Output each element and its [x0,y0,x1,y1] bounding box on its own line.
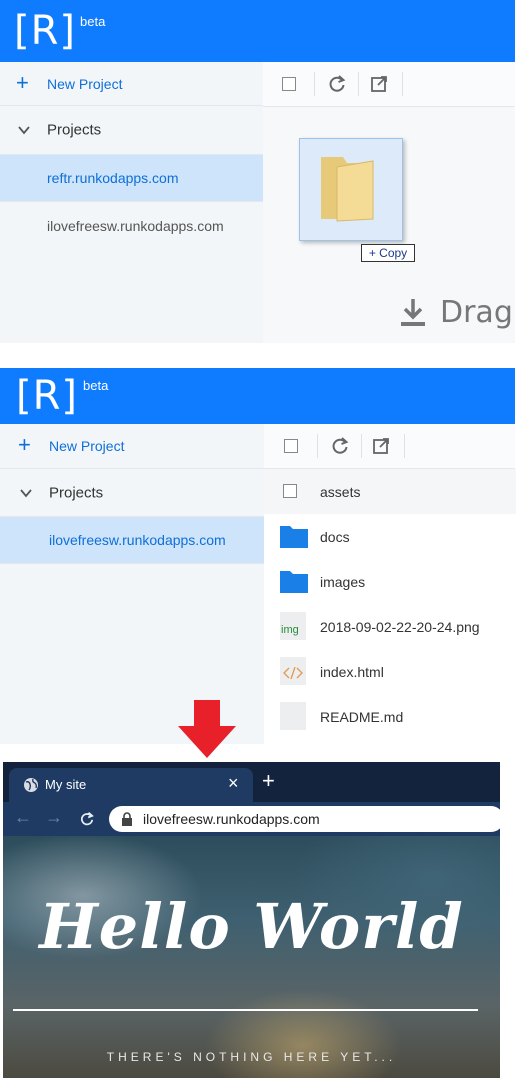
file-row-docs[interactable]: docs [264,514,516,559]
image-file-icon: img [280,612,306,640]
tab-title: My site [45,777,87,792]
browser-tab[interactable]: My site × [9,768,253,802]
address-bar: ← → ilovefreesw.runkodapps.com [3,802,500,836]
file-row-images[interactable]: images [264,559,516,604]
row-checkbox[interactable] [283,484,297,498]
runkod-panel-1: [R] beta + New Project Projects reftr.ru… [0,0,515,343]
open-external-icon[interactable] [369,74,389,94]
file-row-readme[interactable]: README.md [264,694,516,739]
new-project-button[interactable]: + New Project [0,62,263,106]
app-logo[interactable]: [R] [16,373,78,419]
sidebar: + New Project Projects reftr.runkodapps.… [0,62,263,343]
file-toolbar [263,62,515,107]
back-icon[interactable]: ← [14,807,32,828]
toolbar-divider [317,434,318,458]
forward-icon[interactable]: → [45,807,63,828]
folder-icon [280,526,308,548]
file-row-png[interactable]: img 2018-09-02-22-20-24.png [264,604,516,649]
reload-icon[interactable] [79,811,95,827]
chevron-down-icon [20,489,32,498]
copy-badge: + Copy [361,244,415,262]
app-logo[interactable]: [R] [14,8,76,54]
project-item-ilovefreesw[interactable]: ilovefreesw.runkodapps.com [0,202,263,249]
down-arrow-icon [178,700,236,758]
select-all-checkbox[interactable] [282,77,296,91]
download-icon [401,299,425,326]
project-item-reftr[interactable]: reftr.runkodapps.com [0,155,263,202]
projects-toggle[interactable]: Projects [0,469,264,517]
file-row-index-html[interactable]: index.html [264,649,516,694]
app-header: [R] beta [0,0,515,62]
refresh-icon[interactable] [330,436,350,456]
open-external-icon[interactable] [371,436,391,456]
site-hero: Hello World THERE'S NOTHING HERE YET... [3,836,500,1078]
hero-divider [13,1009,478,1011]
toolbar-divider [358,72,359,96]
globe-icon [24,778,38,792]
code-file-icon [280,657,306,685]
tab-bar: My site × + [3,762,500,802]
chevron-down-icon [18,126,30,135]
url-field[interactable]: ilovefreesw.runkodapps.com [109,806,500,832]
browser-window: My site × + ← → ilovefreesw.runkodapps.c… [3,762,500,1078]
close-icon[interactable]: × [228,773,239,794]
projects-toggle[interactable]: Projects [0,106,263,155]
hero-heading: Hello World [39,890,464,963]
file-area: + Copy Drag [263,62,515,343]
beta-label: beta [83,378,109,393]
hero-tagline: THERE'S NOTHING HERE YET... [106,1050,397,1064]
app-header: [R] beta [0,368,515,424]
plus-icon: + [18,432,31,457]
toolbar-divider [361,434,362,458]
file-icon [280,702,306,730]
file-toolbar [264,424,515,469]
toolbar-divider [314,72,315,96]
code-brackets-icon [283,667,303,679]
folder-icon [321,157,374,222]
select-all-checkbox[interactable] [284,439,298,453]
toolbar-divider [404,434,405,458]
new-project-button[interactable]: + New Project [0,424,264,469]
new-tab-button[interactable]: + [262,768,275,794]
project-item-ilovefreesw[interactable]: ilovefreesw.runkodapps.com [0,517,264,564]
folder-icon [280,571,308,593]
drop-zone[interactable]: + Copy Drag [263,107,515,343]
sidebar: + New Project Projects ilovefreesw.runko… [0,424,264,744]
url-text: ilovefreesw.runkodapps.com [143,811,320,827]
refresh-icon[interactable] [327,74,347,94]
lock-icon [122,812,132,826]
file-row-assets[interactable]: assets [264,469,516,514]
plus-icon: + [16,70,29,95]
drag-label: Drag [440,295,513,330]
beta-label: beta [80,14,106,29]
toolbar-divider [402,72,403,96]
file-area: assets docs images img 2018-09-02-22-20-… [264,424,516,744]
dragged-folder [299,138,403,241]
runkod-panel-2: [R] beta + New Project Projects ilovefre… [0,368,516,744]
